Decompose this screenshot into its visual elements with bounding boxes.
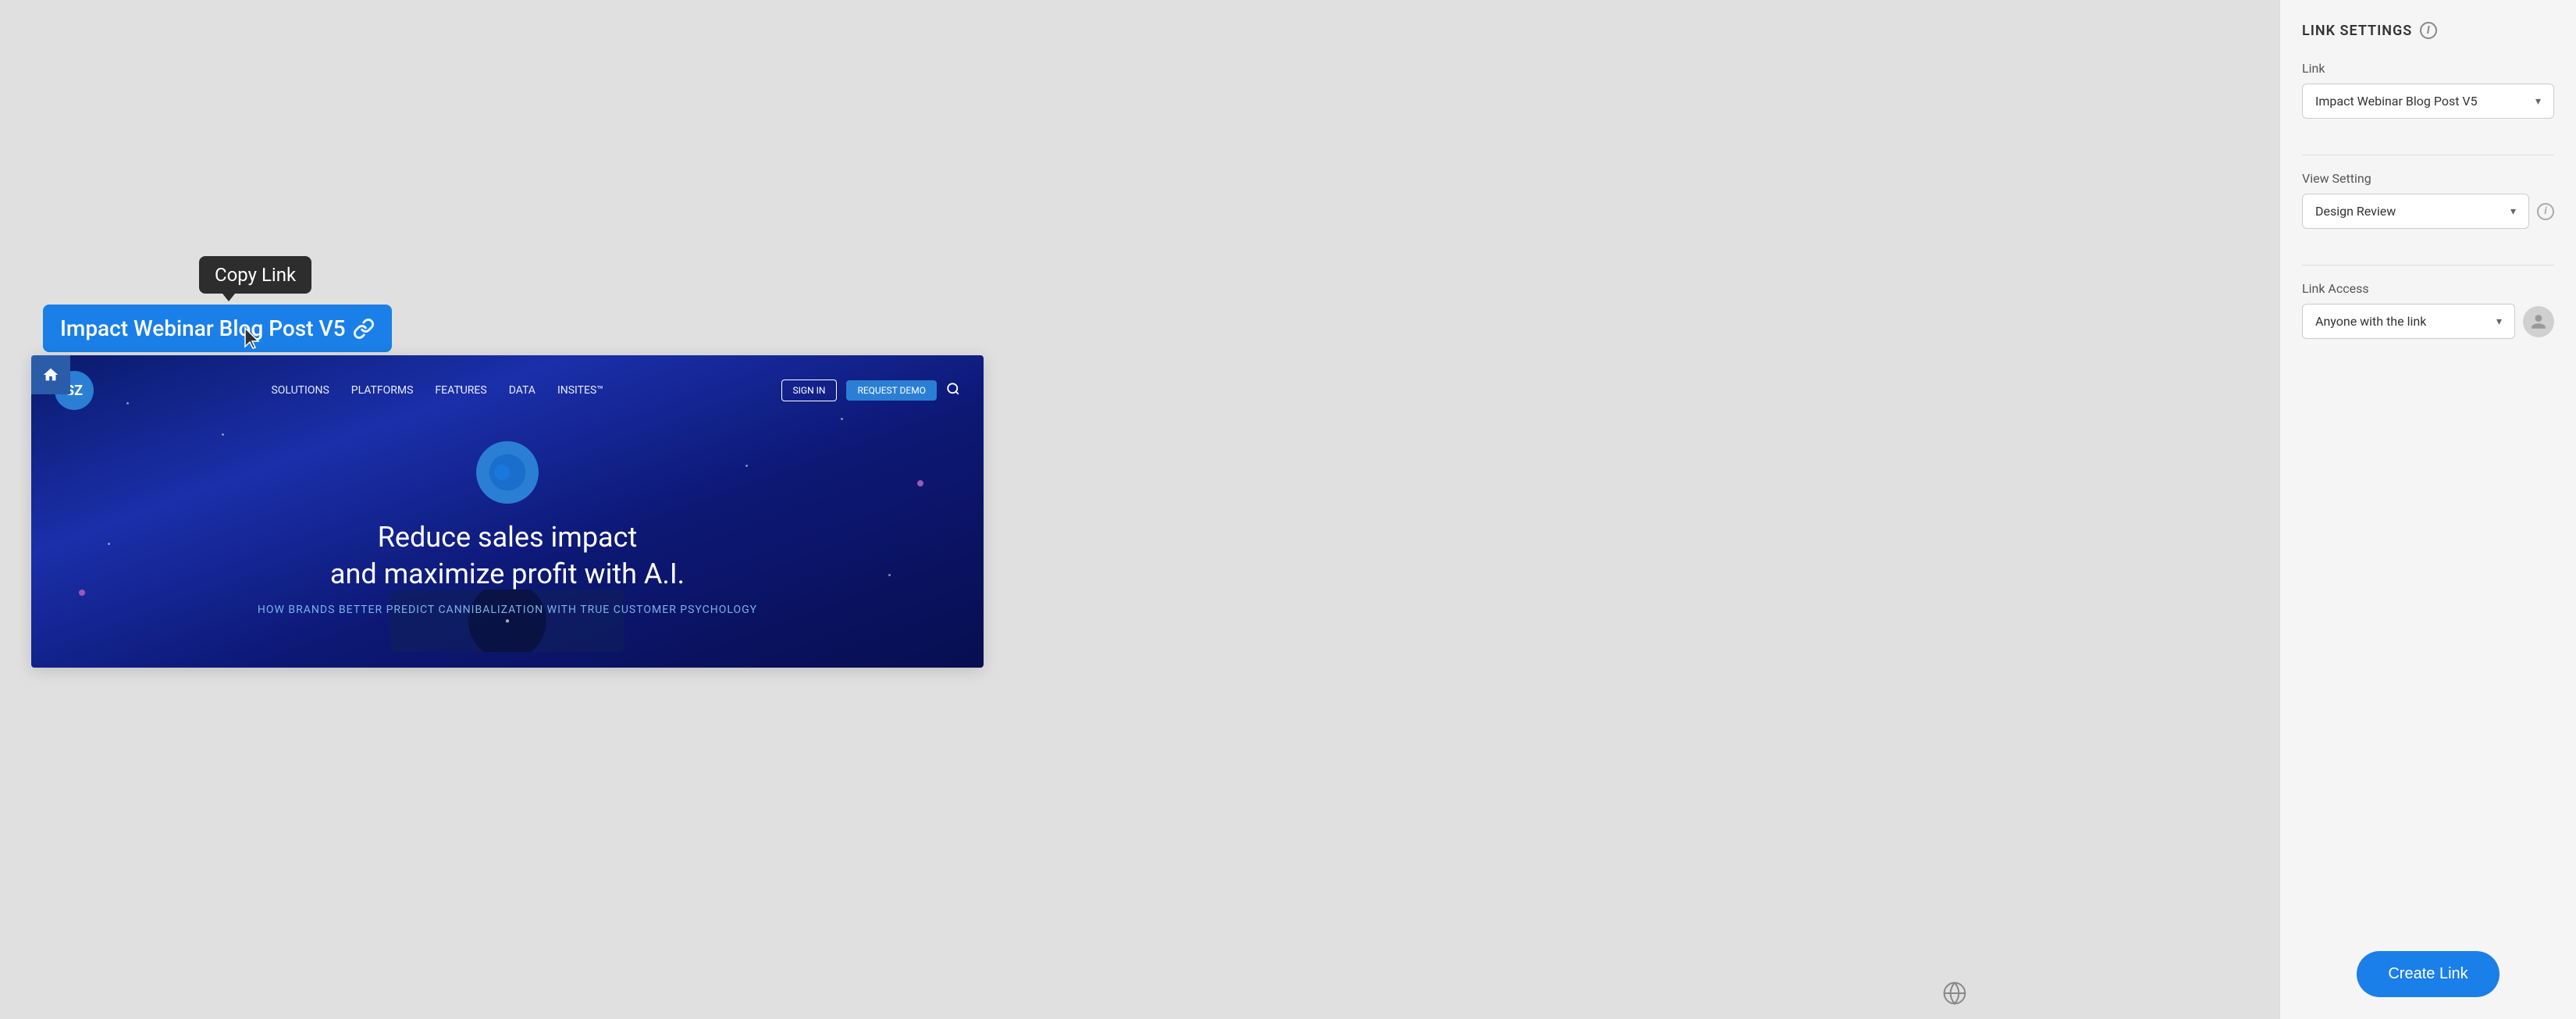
link-access-value: Anyone with the link	[2315, 314, 2426, 329]
link-access-select[interactable]: Anyone with the link ▾	[2302, 304, 2515, 339]
website-hero: Reduce sales impact and maximize profit …	[31, 426, 984, 616]
right-sidebar: LINK SETTINGS i Link Impact Webinar Blog…	[2279, 0, 2576, 1019]
nav-link-data: DATA	[509, 384, 535, 397]
cursor	[242, 326, 261, 351]
view-setting-chevron: ▾	[2510, 205, 2516, 218]
link-select-value: Impact Webinar Blog Post V5	[2315, 94, 2478, 109]
copy-link-tooltip: Copy Link	[199, 256, 311, 294]
view-setting-row: Design Review ▾ i	[2302, 194, 2554, 229]
request-demo-button[interactable]: REQUEST DEMO	[846, 380, 937, 401]
main-content-area: Impact Webinar Blog Post V5 Copy Link Re…	[0, 0, 2279, 1019]
link-settings-info-icon[interactable]: i	[2420, 22, 2437, 39]
globe-icon[interactable]	[1942, 981, 1967, 1011]
view-setting-field-group: View Setting Design Review ▾ i	[2302, 171, 2554, 229]
link-access-field-group: Link Access Anyone with the link ▾	[2302, 281, 2554, 339]
link-field-group: Link Impact Webinar Blog Post V5 ▾	[2302, 61, 2554, 119]
nav-actions: SIGN IN REQUEST DEMO	[781, 379, 960, 401]
nav-link-features: FEATURES	[435, 384, 486, 397]
user-avatar	[2523, 306, 2554, 337]
view-setting-select[interactable]: Design Review ▾	[2302, 194, 2529, 229]
hero-subtitle: HOW BRANDS BETTER PREDICT CANNIBALIZATIO…	[258, 604, 757, 616]
link-field-label: Link	[2302, 61, 2554, 76]
link-access-label: Link Access	[2302, 281, 2554, 296]
link-access-chevron: ▾	[2496, 315, 2502, 328]
sign-in-button[interactable]: SIGN IN	[781, 379, 838, 401]
link-access-row: Anyone with the link ▾	[2302, 304, 2554, 339]
nav-link-insites: INSITES™	[557, 384, 603, 397]
hero-icon	[476, 441, 539, 504]
link-icon	[353, 318, 375, 340]
version-badge[interactable]: Impact Webinar Blog Post V5 Copy Link	[43, 305, 392, 352]
sidebar-title-text: LINK SETTINGS	[2302, 23, 2412, 39]
link-select-chevron: ▾	[2535, 95, 2541, 108]
version-badge-label: Impact Webinar Blog Post V5	[60, 315, 345, 341]
link-select[interactable]: Impact Webinar Blog Post V5 ▾	[2302, 84, 2554, 119]
search-icon[interactable]	[946, 382, 960, 400]
create-link-button[interactable]: Create Link	[2357, 951, 2499, 997]
view-setting-info-icon[interactable]: i	[2537, 203, 2554, 220]
nav-link-platforms: PLATFORMS	[351, 384, 414, 397]
website-preview: SZ SOLUTIONS PLATFORMS FEATURES DATA INS…	[31, 355, 984, 668]
website-preview-container: SZ SOLUTIONS PLATFORMS FEATURES DATA INS…	[31, 355, 984, 668]
website-nav: SZ SOLUTIONS PLATFORMS FEATURES DATA INS…	[31, 355, 984, 426]
hero-title: Reduce sales impact and maximize profit …	[330, 519, 685, 593]
view-setting-value: Design Review	[2315, 204, 2396, 219]
nav-links: SOLUTIONS PLATFORMS FEATURES DATA INSITE…	[271, 384, 603, 397]
copy-link-tooltip-text: Copy Link	[215, 264, 296, 286]
view-setting-label: View Setting	[2302, 171, 2554, 186]
home-icon-area	[31, 355, 70, 394]
nav-link-solutions: SOLUTIONS	[271, 384, 329, 397]
sidebar-title: LINK SETTINGS i	[2302, 22, 2554, 39]
